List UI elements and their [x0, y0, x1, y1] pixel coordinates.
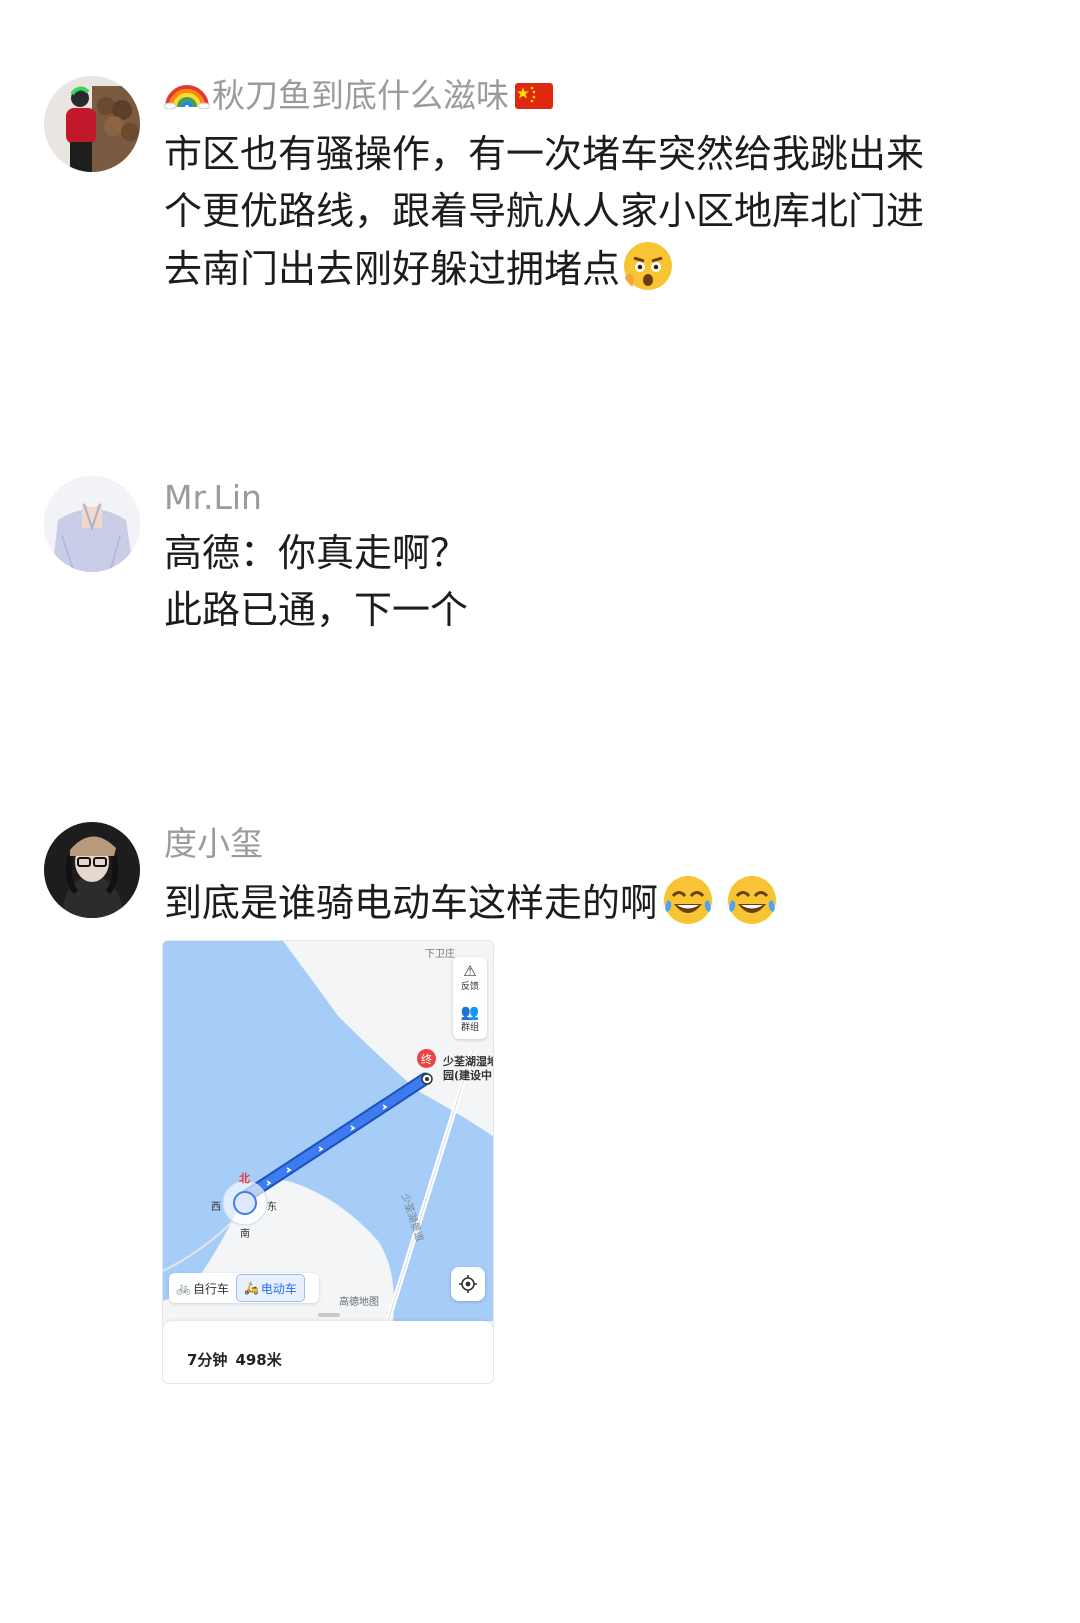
tab-bike[interactable]: 🚲 自行车 — [169, 1275, 236, 1301]
drag-handle[interactable] — [318, 1313, 340, 1317]
avatar[interactable] — [44, 822, 140, 918]
route-distance: 498米 — [235, 1351, 282, 1369]
feedback-button[interactable]: ⚠ 反馈 — [453, 957, 487, 998]
route-duration: 7分钟 — [187, 1351, 228, 1369]
tab-ebike[interactable]: 🛵 电动车 — [235, 1274, 305, 1302]
china-flag-icon — [515, 83, 553, 109]
username[interactable]: Mr.Lin — [164, 478, 262, 518]
username[interactable]: 度小玺 — [164, 824, 263, 864]
comment-line: 高德：你真走啊？ — [164, 531, 469, 575]
avatar[interactable] — [44, 76, 140, 172]
compass-east: 东 — [267, 1202, 277, 1213]
comment-line-with-emoji: 去南门出去刚好躲过拥堵点 — [164, 240, 1014, 298]
group-button[interactable]: 👥 群组 — [453, 998, 487, 1039]
group-icon: 👥 — [460, 1003, 480, 1021]
map-screenshot-image[interactable]: 下卫庄 ⚠ 反馈 👥 群组 终 少荃湖湿地 园(建设中 少荃湖景道 北 南 西 … — [162, 940, 494, 1384]
shocked-face-emoji-icon — [624, 242, 673, 290]
username-text: 度小玺 — [164, 824, 263, 863]
top-place-label: 下卫庄 — [425, 949, 455, 960]
tab-bike-label: 自行车 — [192, 1281, 229, 1296]
bike-icon: 🚲 — [176, 1281, 191, 1295]
crying-laughing-emoji-icon — [728, 876, 777, 924]
crying-laughing-emoji-icon — [664, 876, 713, 924]
comment-line: 个更优路线，跟着导航从人家小区地库北门进 — [164, 189, 925, 233]
comment-line: 到底是谁骑电动车这样走的啊 — [164, 881, 659, 925]
comment-line: 市区也有骚操作，有一次堵车突然给我跳出来 — [164, 132, 925, 176]
comment-line: 去南门出去刚好躲过拥堵点 — [164, 247, 621, 291]
locate-icon — [459, 1275, 477, 1293]
comment-line-with-emoji: 到底是谁骑电动车这样走的啊 — [164, 874, 1014, 932]
rainbow-icon — [164, 85, 210, 109]
destination-label-line: 少荃湖湿地 — [443, 1055, 494, 1068]
route-summary-card[interactable]: 7分钟 498米 — [163, 1313, 493, 1383]
destination-marker[interactable]: 终 — [417, 1049, 436, 1068]
comment-text: 高德：你真走啊？ 此路已通，下一个 — [164, 525, 1014, 639]
route-summary: 7分钟 498米 — [187, 1349, 290, 1370]
ebike-icon: 🛵 — [243, 1281, 259, 1295]
username-text: 秋刀鱼到底什么滋味 — [212, 76, 509, 115]
comment-text: 市区也有骚操作，有一次堵车突然给我跳出来 个更优路线，跟着导航从人家小区地库北门… — [164, 126, 1014, 298]
compass-south: 南 — [240, 1229, 250, 1240]
destination-marker-label: 终 — [421, 1052, 432, 1066]
destination-label[interactable]: 少荃湖湿地 园(建设中 — [443, 1055, 494, 1083]
avatar[interactable] — [44, 476, 140, 572]
map-watermark: 高德地图 — [339, 1297, 379, 1308]
group-label: 群组 — [460, 1023, 479, 1033]
compass-west: 西 — [211, 1202, 221, 1213]
feedback-label: 反馈 — [460, 982, 479, 992]
feedback-icon: ⚠ — [463, 962, 477, 980]
destination-label-line: 园(建设中 — [443, 1069, 493, 1082]
comment-line: 此路已通，下一个 — [164, 588, 469, 632]
map-side-panel: ⚠ 反馈 👥 群组 — [453, 957, 487, 1039]
tab-ebike-label: 电动车 — [260, 1281, 297, 1296]
travel-mode-tabs: 🚲 自行车 🛵 电动车 — [169, 1273, 319, 1303]
comment-text: 到底是谁骑电动车这样走的啊 — [164, 874, 1014, 932]
locate-button[interactable] — [451, 1267, 485, 1301]
username-text: Mr.Lin — [164, 478, 262, 517]
compass-north: 北 — [239, 1172, 250, 1185]
username[interactable]: 秋刀鱼到底什么滋味 — [164, 76, 553, 116]
